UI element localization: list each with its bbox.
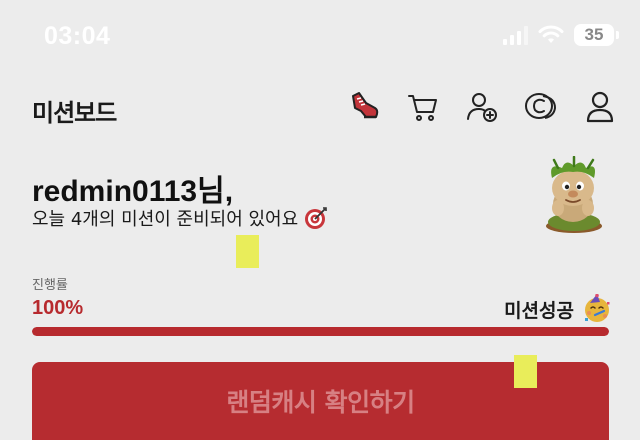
mission-status-text: 미션성공 [504,299,574,322]
page-title: 미션보드 [32,99,117,127]
profile-icon[interactable] [582,89,618,125]
wifi-icon [538,25,564,43]
progress-value: 100% [32,297,84,319]
party-face-icon [585,294,610,322]
highlight-marker [236,235,259,268]
status-time: 03:04 [44,22,111,50]
target-icon [305,207,327,229]
header-toolbar [346,89,618,125]
greeting-subtitle: 오늘 4개의 미션이 준비되어 있어요 [32,205,328,231]
status-icons: 35 [503,24,619,46]
mascot-avatar[interactable] [536,156,610,234]
cart-icon[interactable] [405,89,441,125]
coin-icon[interactable] [523,89,559,125]
mission-status: 미션성공 [504,294,612,324]
add-friend-icon[interactable] [464,89,500,125]
battery-icon: 35 [574,24,619,46]
progress-bar-fill [32,327,609,336]
progress-bar [32,327,609,336]
greeting-username: redmin0113님, [32,175,234,208]
mission-board-screen: 03:04 35 미션보드 redmin0113님, 오늘 4개의 미션이 준비… [0,0,640,440]
highlight-marker [514,355,537,388]
progress-label: 진행률 [32,278,68,293]
signal-icon [503,25,528,45]
greeting-subtitle-text: 오늘 4개의 미션이 준비되어 있어요 [32,209,299,230]
shoe-icon[interactable] [346,89,382,125]
